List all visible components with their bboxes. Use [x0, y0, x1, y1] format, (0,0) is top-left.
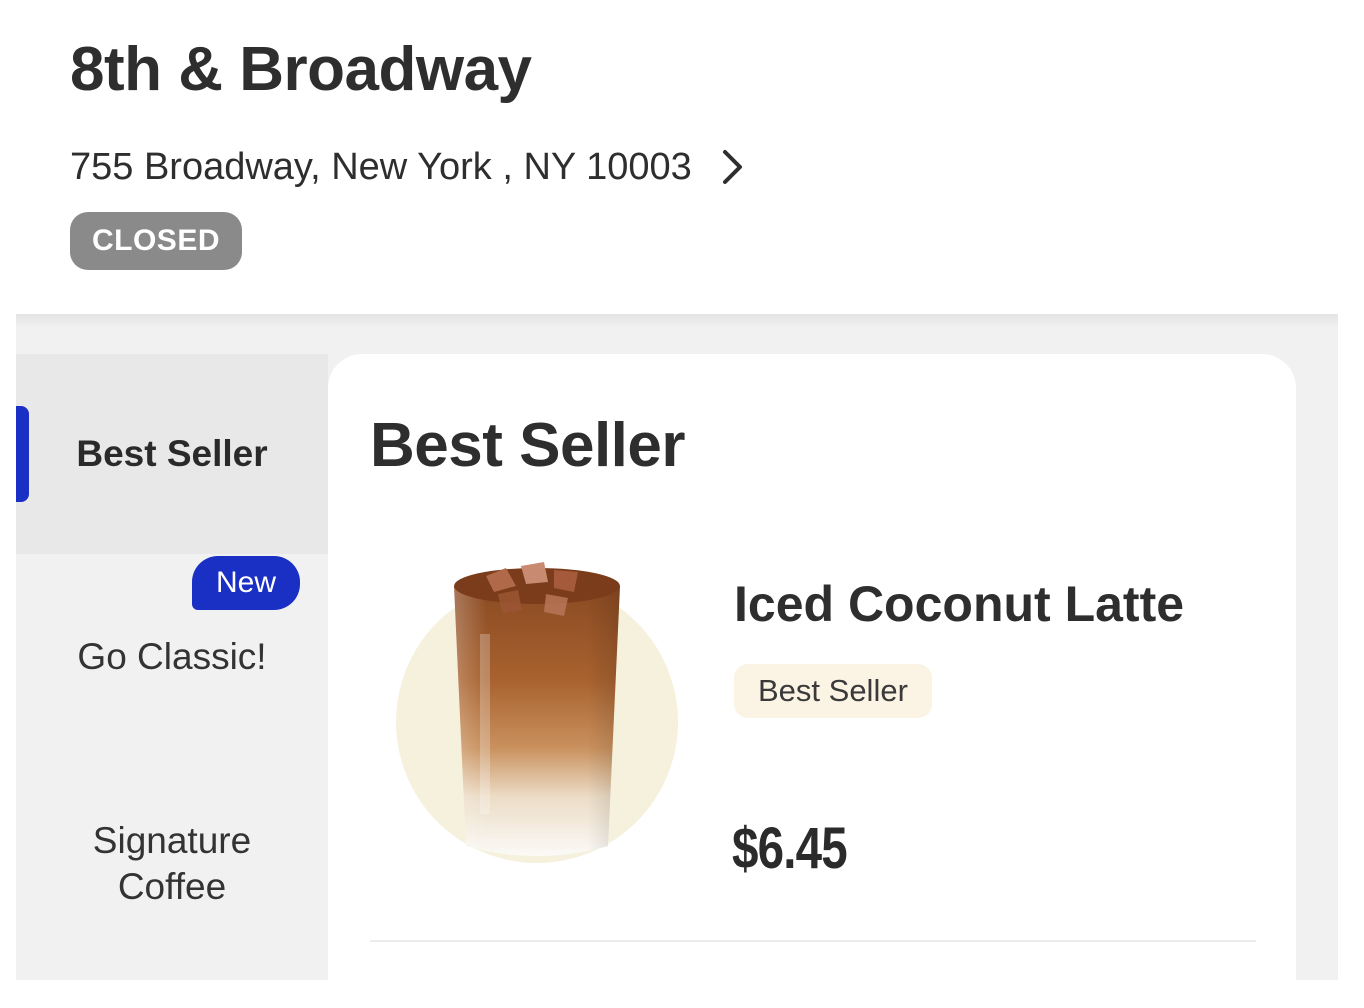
category-sidebar: Best Seller Go Classic! New Signature Co… [16, 354, 328, 980]
product-card[interactable]: Iced Coconut Latte Best Seller $6.45 [328, 544, 1296, 944]
iced-coconut-latte-image [396, 554, 678, 874]
category-signature-coffee[interactable]: Signature Coffee [16, 814, 328, 914]
section-title: Best Seller [370, 411, 686, 480]
category-label: Go Classic! [77, 636, 267, 677]
category-go-classic[interactable]: Go Classic! [16, 616, 328, 698]
store-address: 755 Broadway, New York , NY 10003 [70, 146, 692, 188]
product-name: Iced Coconut Latte [734, 576, 1185, 632]
active-category-indicator [16, 406, 29, 502]
store-address-link[interactable]: 755 Broadway, New York , NY 10003 [70, 140, 746, 194]
store-menu-page: 8th & Broadway 755 Broadway, New York , … [0, 0, 1364, 1008]
new-badge: New [192, 556, 300, 610]
category-best-seller[interactable]: Best Seller [16, 354, 328, 554]
menu-area: Best Seller Go Classic! New Signature Co… [16, 314, 1338, 980]
store-header: 8th & Broadway 755 Broadway, New York , … [0, 0, 1364, 312]
product-price: $6.45 [732, 816, 848, 881]
divider [370, 940, 1256, 942]
store-status-badge: CLOSED [70, 212, 242, 270]
category-label: Best Seller [76, 433, 268, 474]
category-label: Signature Coffee [92, 820, 252, 907]
product-tag: Best Seller [734, 664, 932, 718]
chevron-right-icon [720, 147, 746, 187]
store-name: 8th & Broadway [70, 35, 532, 104]
product-panel: Best Seller Iced Coconut Latte Best Sell… [328, 354, 1296, 980]
bottom-edge [0, 980, 1364, 1008]
